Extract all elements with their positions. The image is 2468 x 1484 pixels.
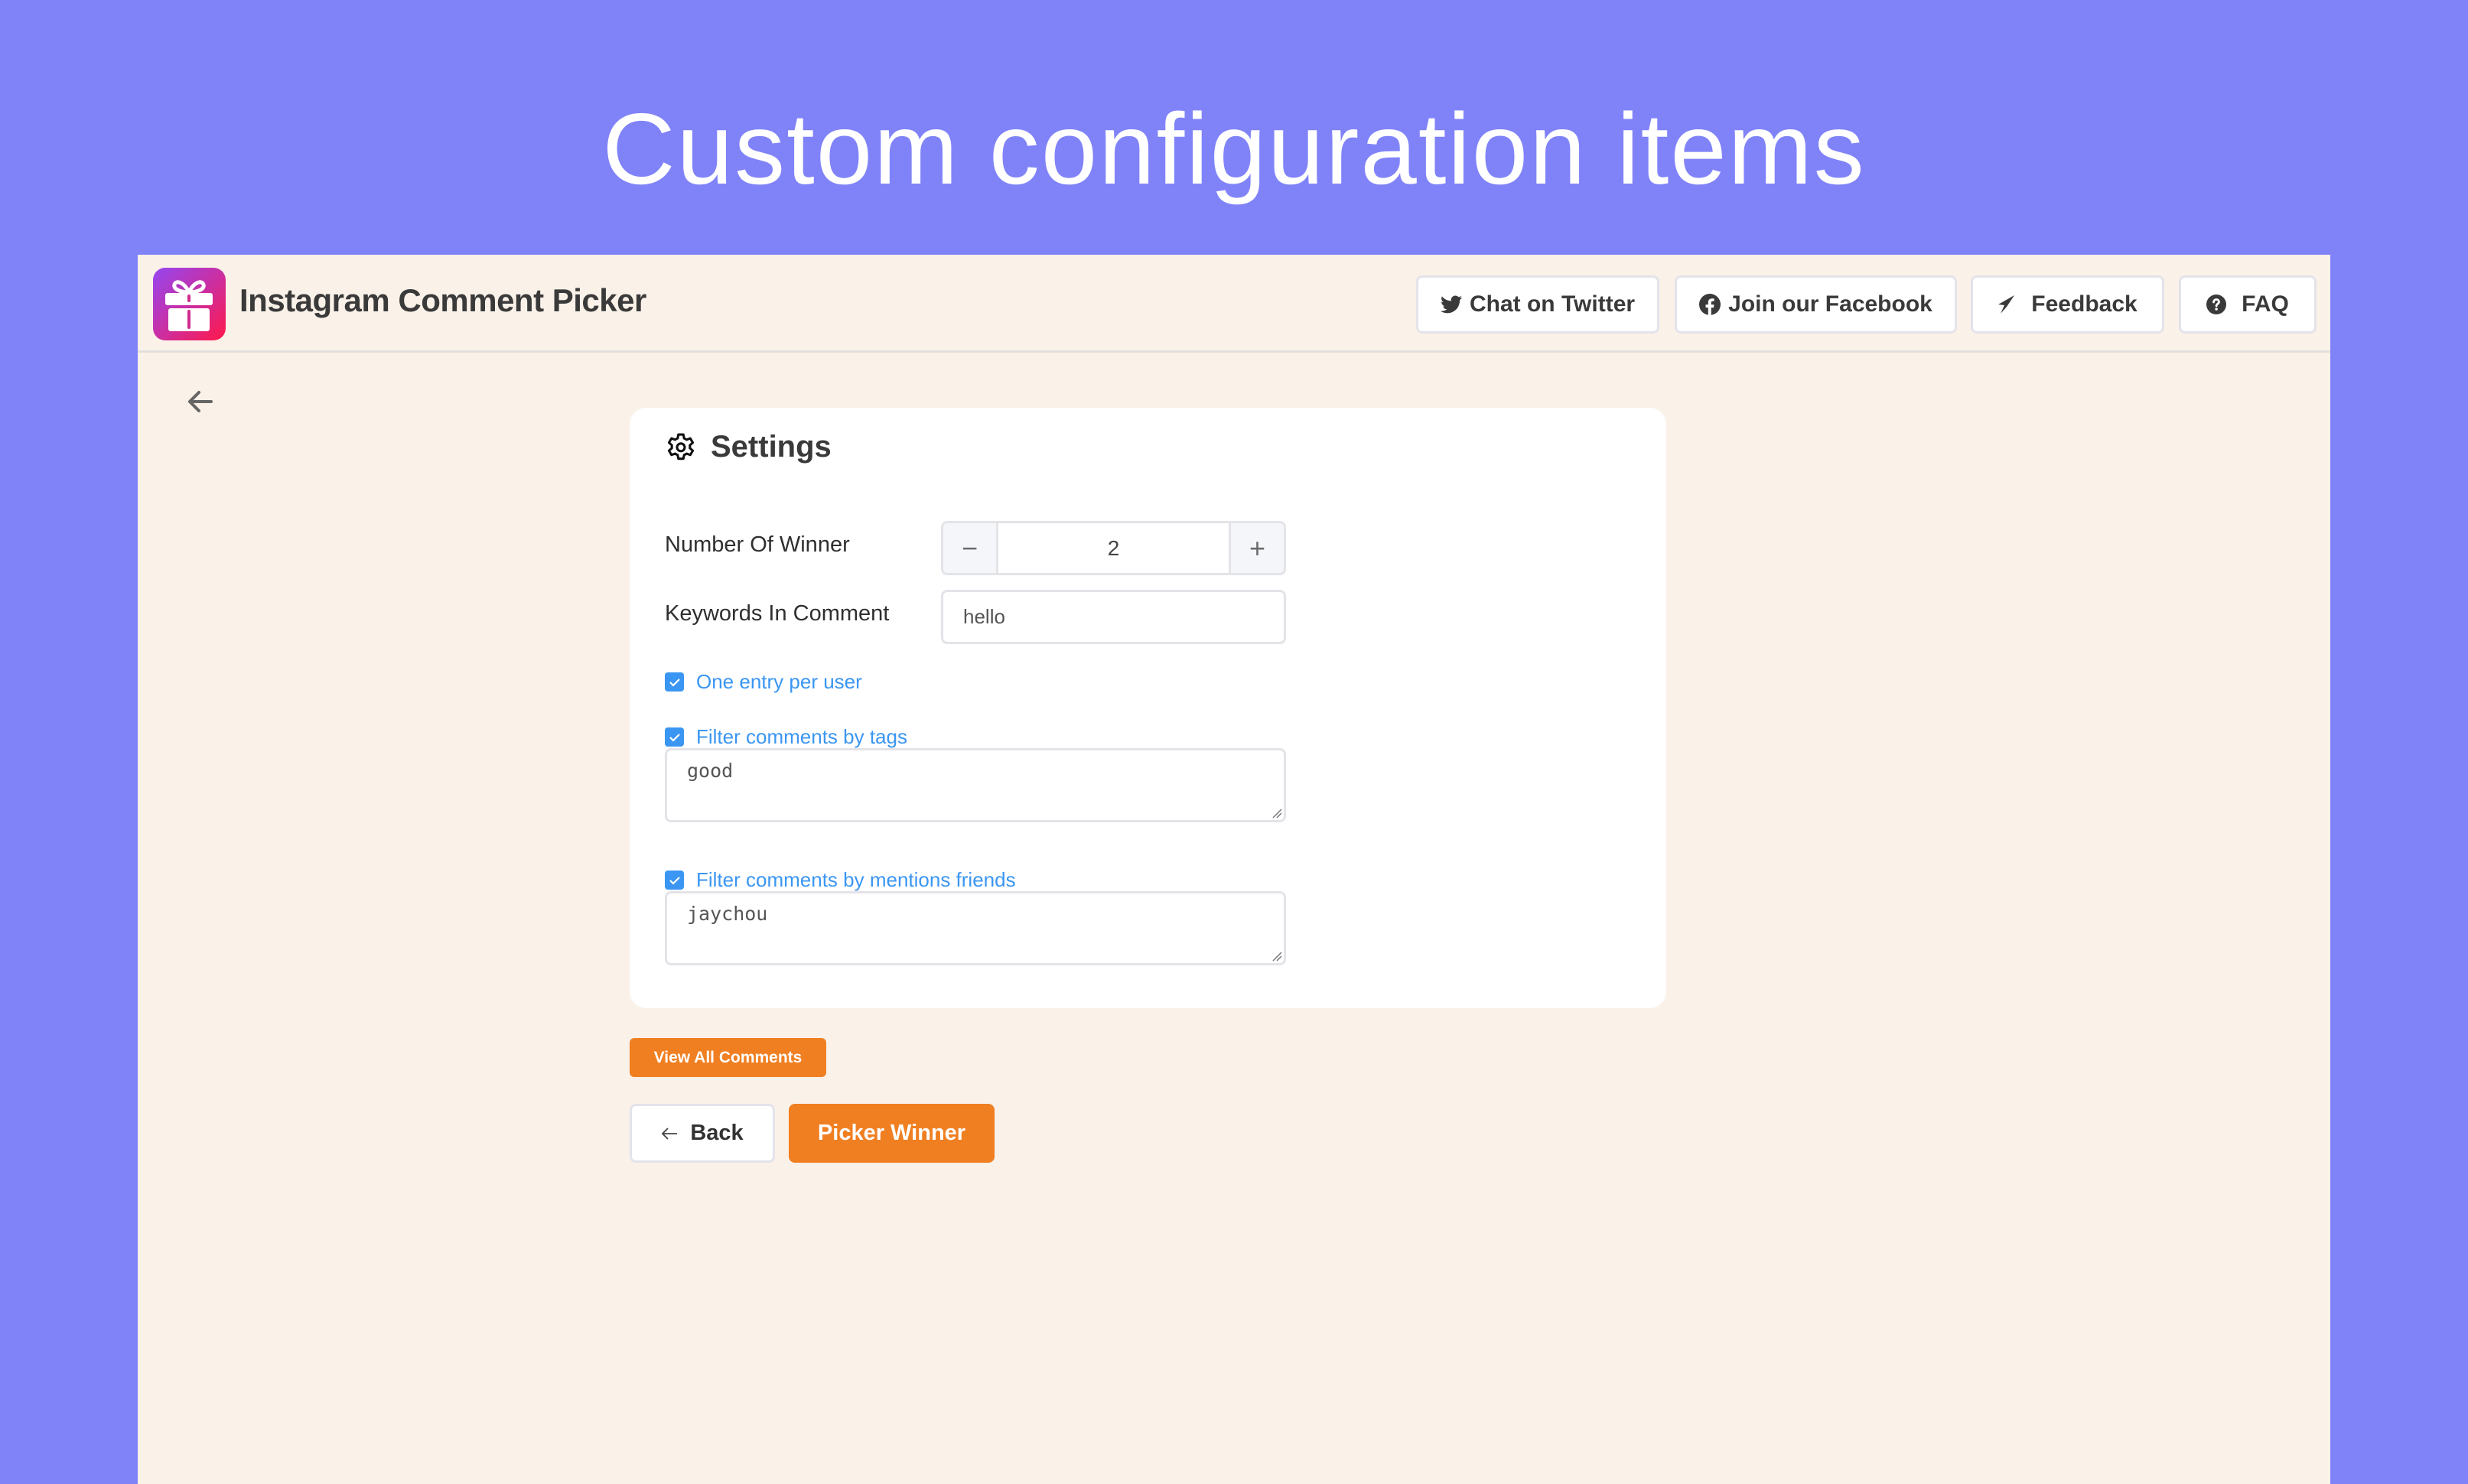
- faq-button[interactable]: FAQ: [2179, 275, 2317, 334]
- checkbox-checked[interactable]: [665, 727, 684, 747]
- back-button[interactable]: Back: [630, 1104, 775, 1163]
- resize-handle-icon[interactable]: [1271, 808, 1282, 818]
- resize-handle-icon[interactable]: [1271, 951, 1282, 962]
- filter-by-mentions-label: Filter comments by mentions friends: [696, 868, 1016, 891]
- filter-by-tags-checkbox[interactable]: Filter comments by tags: [665, 725, 907, 749]
- app-title: Instagram Comment Picker: [239, 282, 646, 318]
- banner-title: Custom configuration items: [602, 93, 1866, 205]
- settings-header: Settings: [663, 429, 832, 464]
- one-entry-per-user-checkbox[interactable]: One entry per user: [665, 670, 862, 694]
- app-window: Instagram Comment Picker Chat on Twitter…: [138, 255, 2330, 1484]
- one-entry-per-user-label: One entry per user: [696, 670, 862, 693]
- join-facebook-button[interactable]: Join our Facebook: [1675, 275, 1957, 334]
- arrow-left-icon: [188, 391, 213, 412]
- view-all-comments-button[interactable]: View All Comments: [630, 1038, 826, 1077]
- checkbox-checked[interactable]: [665, 672, 684, 692]
- checkmark-icon: [669, 733, 680, 742]
- tags-textarea-value: good: [687, 760, 734, 782]
- decrement-button[interactable]: −: [943, 523, 998, 573]
- increment-button[interactable]: +: [1229, 523, 1284, 573]
- number-of-winner-value[interactable]: 2: [998, 523, 1229, 573]
- keywords-input[interactable]: hello: [941, 590, 1286, 644]
- top-navigation-bar: Instagram Comment Picker Chat on Twitter…: [138, 255, 2330, 353]
- settings-title: Settings: [711, 429, 832, 464]
- question-circle-icon: [2206, 295, 2227, 314]
- number-of-winner-label: Number Of Winner: [665, 532, 850, 557]
- keywords-label: Keywords In Comment: [665, 601, 890, 626]
- chat-on-twitter-label: Chat on Twitter: [1469, 291, 1636, 317]
- back-label: Back: [690, 1121, 744, 1145]
- back-arrow-button[interactable]: [184, 385, 217, 418]
- number-of-winner-stepper[interactable]: − 2 +: [941, 521, 1286, 575]
- checkbox-checked[interactable]: [665, 871, 684, 890]
- filter-by-mentions-checkbox[interactable]: Filter comments by mentions friends: [665, 868, 1016, 892]
- app-logo[interactable]: [153, 268, 226, 340]
- checkmark-icon: [669, 876, 680, 885]
- gift-icon: [165, 280, 213, 331]
- settings-card: Settings Number Of Winner − 2 + Keywords…: [630, 408, 1666, 1008]
- facebook-icon: [1699, 294, 1721, 315]
- chat-on-twitter-button[interactable]: Chat on Twitter: [1416, 275, 1659, 334]
- twitter-icon: [1440, 295, 1462, 314]
- checkmark-icon: [669, 678, 680, 687]
- mentions-textarea[interactable]: jaychou: [665, 891, 1286, 965]
- tags-textarea[interactable]: good: [665, 748, 1286, 822]
- gear-icon: [667, 433, 695, 460]
- paper-plane-icon: [1998, 295, 2015, 314]
- filter-by-tags-label: Filter comments by tags: [696, 725, 907, 748]
- faq-label: FAQ: [2242, 291, 2289, 317]
- mentions-textarea-value: jaychou: [687, 903, 768, 925]
- picker-winner-button[interactable]: Picker Winner: [789, 1104, 995, 1163]
- arrow-left-icon: [662, 1127, 678, 1140]
- feedback-label: Feedback: [2031, 291, 2138, 317]
- join-facebook-label: Join our Facebook: [1728, 291, 1932, 317]
- feedback-button[interactable]: Feedback: [1971, 275, 2164, 334]
